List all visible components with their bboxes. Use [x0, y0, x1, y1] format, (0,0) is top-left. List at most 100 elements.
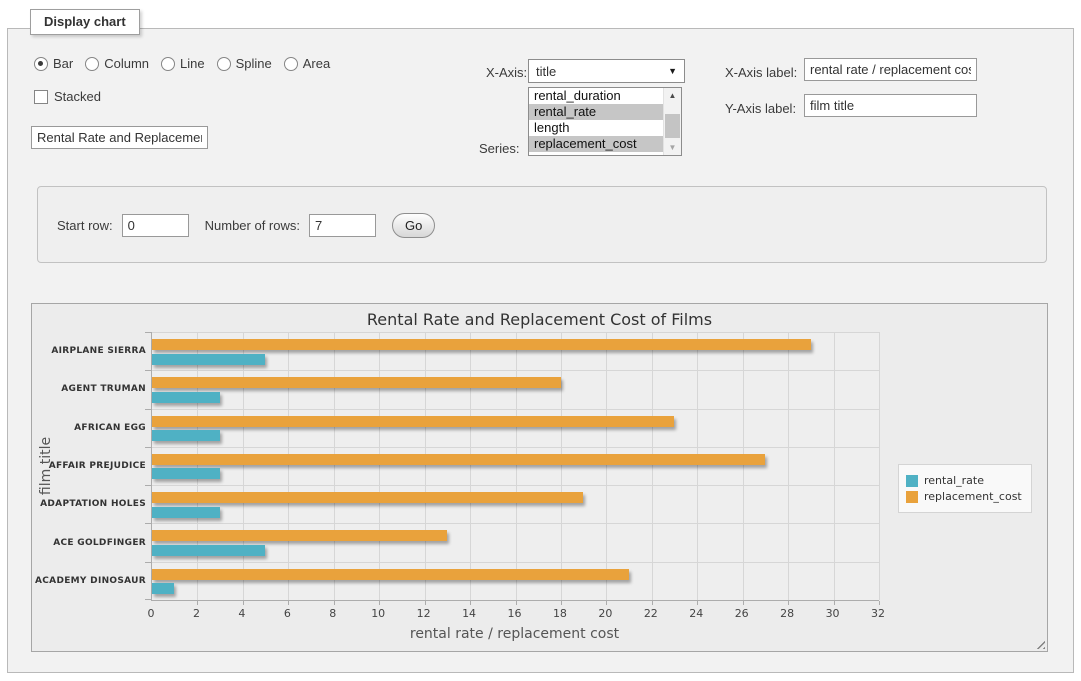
tick-mark [697, 601, 698, 605]
x-tick-label: 30 [826, 607, 840, 620]
x-tick-label: 6 [284, 607, 291, 620]
y-axis-label-field-label: Y-Axis label: [725, 101, 796, 116]
bar-replacement_cost[interactable] [152, 492, 583, 503]
x-tick-label: 0 [148, 607, 155, 620]
x-axis-label-field-label: X-Axis label: [725, 65, 797, 80]
bar-replacement_cost[interactable] [152, 454, 765, 465]
dropdown-arrow-icon: ▼ [668, 66, 677, 76]
bar-rental_rate[interactable] [152, 354, 265, 365]
legend-label: replacement_cost [924, 490, 1022, 503]
gridline [152, 562, 879, 563]
bar-replacement_cost[interactable] [152, 339, 811, 350]
chart-type-label: Line [180, 56, 205, 71]
legend-item-rental_rate[interactable]: rental_rate [906, 474, 1022, 487]
tick-mark [834, 601, 835, 605]
gridline [152, 409, 879, 410]
chart-legend[interactable]: rental_rate replacement_cost [898, 464, 1032, 513]
gridline [879, 332, 880, 600]
stacked-row: Stacked [34, 89, 101, 104]
y-axis-label-input[interactable] [804, 94, 977, 117]
x-tick-label: 32 [871, 607, 885, 620]
bar-replacement_cost[interactable] [152, 569, 629, 580]
gridline [425, 332, 426, 600]
bar-replacement_cost[interactable] [152, 377, 561, 388]
tick-mark [652, 601, 653, 605]
gridline [152, 332, 879, 333]
category-label: AGENT TRUMAN [36, 370, 146, 408]
radio-icon [34, 57, 48, 71]
bar-rental_rate[interactable] [152, 430, 220, 441]
bar-replacement_cost[interactable] [152, 416, 674, 427]
tick-mark [788, 601, 789, 605]
stacked-checkbox[interactable] [34, 90, 48, 104]
chart-type-radio-bar[interactable]: Bar [34, 56, 73, 71]
tick-mark [425, 601, 426, 605]
gridline [606, 332, 607, 600]
chart-type-label: Column [104, 56, 149, 71]
x-tick-label: 26 [735, 607, 749, 620]
bar-rental_rate[interactable] [152, 545, 265, 556]
bar-rental_rate[interactable] [152, 507, 220, 518]
gridline [243, 332, 244, 600]
category-label: AIRPLANE SIERRA [36, 332, 146, 370]
bar-replacement_cost[interactable] [152, 530, 447, 541]
x-tick-label: 14 [462, 607, 476, 620]
stacked-label: Stacked [54, 89, 101, 104]
plot-area: AIRPLANE SIERRAAGENT TRUMANAFRICAN EGGAF… [151, 332, 879, 601]
chart-type-radio-spline[interactable]: Spline [217, 56, 272, 71]
x-axis-select[interactable]: title ▼ [528, 59, 685, 83]
legend-swatch-icon [906, 491, 918, 503]
tick-mark [243, 601, 244, 605]
series-label: Series: [479, 141, 519, 156]
go-button[interactable]: Go [392, 213, 435, 238]
tick-mark [879, 601, 880, 605]
x-tick-label: 10 [371, 607, 385, 620]
start-row-label: Start row: [57, 218, 113, 233]
chart-type-radio-column[interactable]: Column [85, 56, 149, 71]
category-label: AFRICAN EGG [36, 409, 146, 447]
chart-type-radio-area[interactable]: Area [284, 56, 330, 71]
chart-title: Rental Rate and Replacement Cost of Film… [32, 310, 1047, 329]
panel-title: Display chart [30, 9, 140, 35]
gridline [470, 332, 471, 600]
scroll-thumb[interactable] [665, 114, 680, 138]
tick-mark [379, 601, 380, 605]
bar-rental_rate[interactable] [152, 583, 174, 594]
scroll-up-icon[interactable]: ▲ [664, 88, 681, 103]
series-option-rental_rate[interactable]: rental_rate [529, 104, 664, 120]
x-tick-label: 2 [193, 607, 200, 620]
resize-handle-icon[interactable] [1033, 637, 1045, 649]
bar-rental_rate[interactable] [152, 468, 220, 479]
radio-icon [217, 57, 231, 71]
legend-swatch-icon [906, 475, 918, 487]
series-option-rental_duration[interactable]: rental_duration [529, 88, 664, 104]
chart-x-axis-title: rental rate / replacement cost [151, 626, 878, 642]
tick-mark [288, 601, 289, 605]
start-row-input[interactable] [122, 214, 189, 237]
gridline [152, 485, 879, 486]
gridline [834, 332, 835, 600]
series-scrollbar[interactable]: ▲ ▼ [663, 88, 681, 155]
x-tick-label: 8 [329, 607, 336, 620]
series-listbox[interactable]: rental_durationrental_ratelengthreplacem… [528, 87, 682, 156]
radio-icon [284, 57, 298, 71]
scroll-down-icon[interactable]: ▼ [664, 140, 681, 155]
series-option-length[interactable]: length [529, 120, 664, 136]
x-tick-label: 18 [553, 607, 567, 620]
x-axis-label-input[interactable] [804, 58, 977, 81]
gridline [652, 332, 653, 600]
tick-mark [334, 601, 335, 605]
chart-title-input[interactable] [31, 126, 208, 149]
chart-type-radio-line[interactable]: Line [161, 56, 205, 71]
gridline [788, 332, 789, 600]
tick-mark [197, 601, 198, 605]
series-option-replacement_cost[interactable]: replacement_cost [529, 136, 664, 152]
page: Display chart Bar Column Line Spline Area St… [0, 0, 1081, 681]
number-of-rows-input[interactable] [309, 214, 376, 237]
gridline [697, 332, 698, 600]
legend-item-replacement_cost[interactable]: replacement_cost [906, 490, 1022, 503]
bar-rental_rate[interactable] [152, 392, 220, 403]
category-label: AFFAIR PREJUDICE [36, 447, 146, 485]
chart-type-label: Area [303, 56, 330, 71]
x-tick-label: 16 [508, 607, 522, 620]
